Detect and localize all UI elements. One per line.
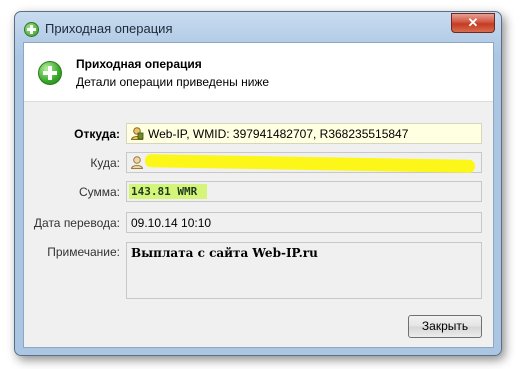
header-subtitle: Детали операции приведены ниже [76,75,270,89]
note-value: Выплата с сайта Web-IP.ru [131,246,318,260]
add-circle-icon [24,22,39,37]
date-field[interactable]: 09.10.14 10:10 [126,212,482,233]
window-close-button[interactable]: ✕ [451,13,495,33]
date-value: 09.10.14 10:10 [131,216,212,230]
close-button[interactable]: Закрыть [408,315,482,338]
dialog-body: Приходная операция Детали операции приве… [23,42,494,348]
dialog-window: Приходная операция ✕ Приходная операция … [14,11,502,356]
redaction-mark [144,154,476,173]
window-title: Приходная операция [45,21,173,36]
amount-value: 143.81 WMR [131,185,198,198]
note-label: Примечание: [47,245,120,259]
add-circle-icon [38,61,62,85]
from-label: Откуда: [74,127,120,141]
amount-label: Сумма: [78,185,120,199]
amount-field[interactable]: 143.81 WMR [126,181,482,202]
wmid-person-icon [130,156,144,169]
to-label: Куда: [90,156,120,170]
dialog-header: Приходная операция Детали операции приве… [24,43,493,102]
to-field[interactable] [126,152,482,173]
date-label: Дата перевода: [33,216,120,230]
header-title: Приходная операция [76,57,202,71]
from-value: Web-IP, WMID: 397941482707, R36823551584… [148,127,409,141]
title-bar[interactable]: Приходная операция ✕ [15,12,501,42]
note-field[interactable]: Выплата с сайта Web-IP.ru [126,242,482,299]
wmid-person-icon [130,127,144,140]
from-field[interactable]: Web-IP, WMID: 397941482707, R36823551584… [126,123,482,144]
